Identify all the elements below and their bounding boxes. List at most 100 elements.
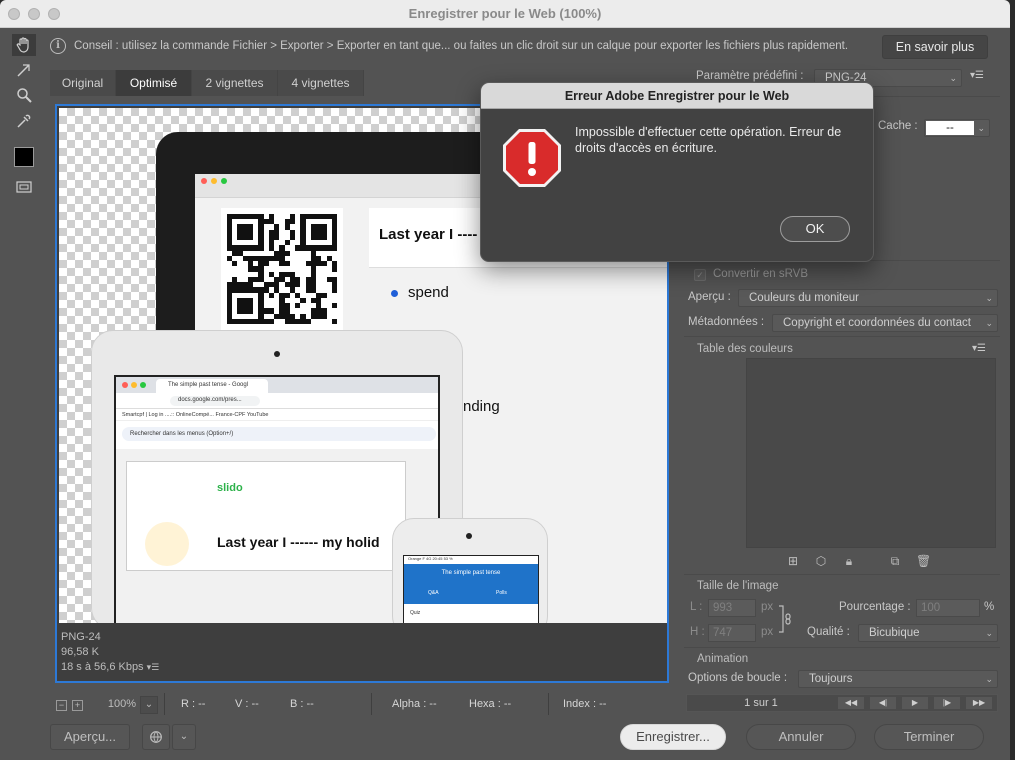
preview-dot <box>221 178 227 184</box>
trash-icon[interactable]: 🗑︎ <box>916 554 931 568</box>
height-input[interactable]: 747 <box>708 624 756 642</box>
loop-select[interactable]: Toujours ⌄ <box>798 670 998 688</box>
green-readout: V : -- <box>235 698 259 710</box>
convert-srgb-checkbox[interactable]: ✓ <box>694 269 706 281</box>
first-frame-button[interactable]: ◀◀ <box>837 696 865 710</box>
black-swatch <box>14 147 34 167</box>
metadata-select[interactable]: Copyright et coordonnées du contact ⌄ <box>772 314 998 332</box>
last-frame-button[interactable]: ▶▶ <box>965 696 993 710</box>
divider <box>371 693 372 715</box>
hand-icon <box>16 37 29 53</box>
preview-color-label: Aperçu : <box>688 291 731 303</box>
quality-label: Qualité : <box>807 626 850 638</box>
window-title: Enregistrer pour le Web (100%) <box>408 6 602 21</box>
lock-icon[interactable]: 🔒︎ <box>842 554 856 568</box>
phone-tab-polls: Polls <box>496 590 507 596</box>
divider <box>684 336 1000 337</box>
eyedropper-icon <box>17 114 31 128</box>
eyedropper-color-swatch[interactable] <box>12 146 36 168</box>
quality-select[interactable]: Bicubique ⌄ <box>858 624 998 642</box>
chevron-down-icon: ⌄ <box>985 318 993 328</box>
ok-button[interactable]: OK <box>780 216 850 242</box>
slice-visibility-icon <box>16 181 32 193</box>
tab-original[interactable]: Original <box>50 70 116 96</box>
preset-label: Paramètre prédéfini : <box>696 70 804 82</box>
tablet-camera <box>274 351 280 357</box>
download-time-info: 18 s à 56,6 Kbps ▾☰ <box>61 661 160 673</box>
eyedropper-tool[interactable] <box>12 110 36 132</box>
slice-select-tool[interactable] <box>12 60 36 82</box>
tip-text: Conseil : utilisez la commande Fichier >… <box>74 40 849 52</box>
tab-optimized[interactable]: Optimisé <box>116 70 192 96</box>
preview-browser-tab: The simple past tense - Googl <box>156 379 268 393</box>
color-table-title: Table des couleurs <box>697 343 793 355</box>
preview-color-select[interactable]: Couleurs du moniteur ⌄ <box>738 289 998 307</box>
format-info: PNG-24 <box>61 631 101 643</box>
animation-title: Animation <box>697 653 749 665</box>
preview-dot <box>131 382 137 388</box>
dialog-message: Impossible d'effectuer cette opération. … <box>575 125 842 155</box>
tab-2-up[interactable]: 2 vignettes <box>192 70 278 96</box>
blue-readout: B : -- <box>290 698 314 710</box>
hex-readout: Hexa : -- <box>469 698 512 710</box>
cube-icon[interactable]: ⬡ <box>814 554 828 568</box>
preview-dot <box>122 382 128 388</box>
phone-camera <box>466 533 472 539</box>
zoom-out-button[interactable]: − <box>56 700 67 711</box>
percent-input[interactable]: 100 <box>916 599 980 617</box>
preview-option-2: nding <box>463 398 500 415</box>
save-button[interactable]: Enregistrer... <box>620 724 726 750</box>
chevron-down-icon: ⌄ <box>985 293 993 303</box>
width-unit: px <box>761 601 774 613</box>
filesize-info: 96,58 K <box>61 646 99 658</box>
preview-browser-dropdown[interactable]: ⌄ <box>172 724 196 750</box>
preview-address-bar: docs.google.com/pres... <box>116 393 438 409</box>
stop-icon <box>501 127 563 189</box>
divider <box>684 574 1000 575</box>
frame-counter: 1 sur 1 <box>744 697 778 709</box>
metadata-label: Métadonnées : <box>688 316 765 328</box>
toggle-slices-tool[interactable] <box>12 176 36 198</box>
tab-4-up[interactable]: 4 vignettes <box>278 70 364 96</box>
cancel-button[interactable]: Annuler <box>746 724 856 750</box>
preview-browser-button[interactable] <box>142 724 170 750</box>
preview-dot <box>201 178 207 184</box>
link-dimensions-icon[interactable] <box>778 604 792 634</box>
done-button[interactable]: Terminer <box>874 724 984 750</box>
alpha-readout: Alpha : -- <box>392 698 437 710</box>
image-size-title: Taille de l'image <box>697 580 779 592</box>
phone-status: Orange F 4G 20:45 53 % <box>408 556 453 561</box>
play-button[interactable]: ▶ <box>901 696 929 710</box>
hand-tool[interactable] <box>12 34 36 56</box>
width-input[interactable]: 993 <box>708 599 756 617</box>
learn-more-button[interactable]: En savoir plus <box>882 35 988 59</box>
prev-frame-button[interactable]: ◀| <box>869 696 897 710</box>
status-bar: − + 100% ⌄ R : -- V : -- B : -- Alpha : … <box>46 693 666 717</box>
qr-pattern <box>227 214 337 324</box>
divider <box>548 693 549 715</box>
zoom-dropdown[interactable]: ⌄ <box>140 696 158 714</box>
slice-select-icon <box>17 64 30 77</box>
zoom-tool[interactable] <box>12 84 36 106</box>
web-snap-icon[interactable]: ⊞ <box>786 554 800 568</box>
info-menu-icon[interactable]: ▾☰ <box>147 662 160 672</box>
new-color-icon[interactable]: ⧉ <box>888 554 902 568</box>
preview-url: docs.google.com/pres... <box>170 396 260 406</box>
bottom-buttons: Aperçu... ⌄ Enregistrer... Annuler Termi… <box>46 722 1006 752</box>
preset-menu-icon[interactable]: ▾☰ <box>970 70 984 81</box>
phone-title: The simple past tense <box>441 570 501 576</box>
zoom-in-button[interactable]: + <box>72 700 83 711</box>
bullet-icon <box>391 289 398 297</box>
phone-screen: Orange F 4G 20:45 53 % The simple past t… <box>403 555 539 623</box>
tip-bar: i Conseil : utilisez la commande Fichier… <box>46 35 996 59</box>
color-table[interactable] <box>746 358 996 548</box>
preview-button[interactable]: Aperçu... <box>50 724 130 750</box>
next-frame-button[interactable]: |▶ <box>933 696 961 710</box>
qr-code <box>221 208 343 332</box>
loop-label: Options de boucle : <box>688 672 788 684</box>
trophy-icon <box>145 522 189 566</box>
color-table-menu-icon[interactable]: ▾☰ <box>972 343 986 354</box>
slido-logo: slido <box>217 482 243 494</box>
preview-phone: Orange F 4G 20:45 53 % The simple past t… <box>392 518 548 623</box>
cache-select[interactable]: -- ⌄ <box>924 119 990 137</box>
